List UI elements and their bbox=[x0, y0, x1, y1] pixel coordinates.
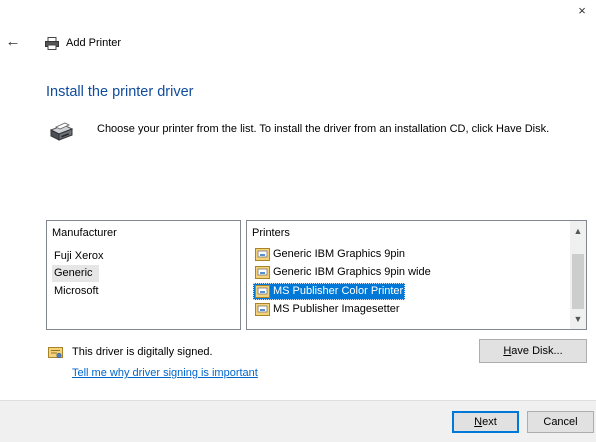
have-disk-label: ave Disk... bbox=[511, 345, 563, 357]
printers-list[interactable]: Printers Generic IBM Graphics 9pin Gener… bbox=[246, 220, 587, 330]
have-disk-button[interactable]: Have Disk... bbox=[479, 339, 587, 363]
next-mnemonic: N bbox=[474, 416, 483, 428]
cancel-button[interactable]: Cancel bbox=[527, 411, 594, 433]
printer-icon bbox=[45, 37, 59, 50]
instructions-text: Choose your printer from the list. To in… bbox=[97, 123, 550, 135]
printer-item-icon bbox=[255, 285, 270, 298]
printers-list-header: Printers bbox=[252, 227, 290, 239]
printer-item-label: Generic IBM Graphics 9pin wide bbox=[273, 266, 431, 278]
printer-driver-icon bbox=[49, 122, 74, 141]
printer-item-label: MS Publisher Imagesetter bbox=[273, 303, 400, 315]
printer-item-icon bbox=[255, 266, 270, 279]
printer-item-label: Generic IBM Graphics 9pin bbox=[273, 248, 406, 260]
manufacturer-item-generic[interactable]: Generic bbox=[52, 265, 99, 282]
printer-item-label: MS Publisher Color Printer bbox=[273, 285, 404, 297]
printer-item-icon bbox=[255, 248, 270, 261]
signature-status-text: This driver is digitally signed. bbox=[72, 346, 213, 358]
back-arrow-icon[interactable]: ← bbox=[3, 32, 23, 52]
printer-item-icon bbox=[255, 303, 270, 316]
page-title: Install the printer driver bbox=[46, 84, 194, 100]
manufacturer-list-header: Manufacturer bbox=[52, 227, 117, 239]
scroll-up-icon[interactable]: ▲ bbox=[570, 223, 586, 239]
next-label: ext bbox=[482, 416, 497, 428]
window-title: Add Printer bbox=[66, 37, 122, 49]
scroll-down-icon[interactable]: ▼ bbox=[570, 311, 586, 327]
printers-scrollbar[interactable]: ▲ ▼ bbox=[570, 221, 586, 329]
close-button[interactable]: × bbox=[571, 1, 593, 21]
certificate-icon bbox=[48, 347, 63, 359]
scroll-thumb[interactable] bbox=[572, 254, 584, 309]
printer-item-ms-publisher-color[interactable]: MS Publisher Color Printer bbox=[253, 283, 406, 300]
printer-item-generic-ibm-9pin-wide[interactable]: Generic IBM Graphics 9pin wide bbox=[253, 264, 433, 281]
next-button[interactable]: Next bbox=[452, 411, 519, 433]
manufacturer-item-fuji-xerox[interactable]: Fuji Xerox bbox=[52, 248, 106, 265]
printer-item-generic-ibm-9pin[interactable]: Generic IBM Graphics 9pin bbox=[253, 246, 407, 263]
manufacturer-list[interactable]: Manufacturer Fuji Xerox Generic Microsof… bbox=[46, 220, 241, 330]
driver-signing-link[interactable]: Tell me why driver signing is important bbox=[72, 367, 258, 379]
printer-item-ms-publisher-imagesetter[interactable]: MS Publisher Imagesetter bbox=[253, 301, 402, 318]
manufacturer-item-microsoft[interactable]: Microsoft bbox=[52, 283, 101, 300]
